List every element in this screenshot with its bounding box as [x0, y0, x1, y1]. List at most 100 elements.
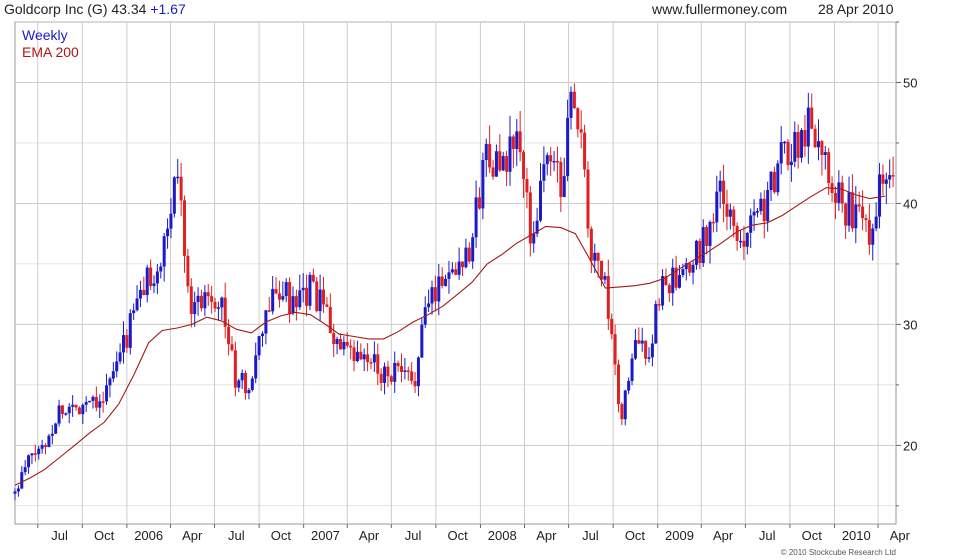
candle-body: [654, 304, 658, 344]
candle-body: [162, 236, 166, 267]
candle-body: [383, 366, 387, 383]
candle-body: [281, 296, 285, 300]
candle-body: [820, 141, 824, 156]
y-axis: 20 30 40 50: [896, 21, 917, 507]
candle-body: [586, 169, 590, 229]
candle-body: [54, 423, 58, 434]
x-tick-label: Oct: [94, 528, 115, 543]
candle-body: [878, 174, 882, 217]
candle-body: [98, 401, 102, 408]
candle-body: [332, 333, 336, 345]
candle-body: [427, 303, 431, 308]
candle-body: [311, 274, 315, 282]
candle-body: [793, 132, 797, 162]
candle-body: [379, 373, 383, 383]
candle-body: [44, 445, 48, 448]
x-tick-label: 2007: [311, 528, 340, 543]
candle-body: [172, 177, 176, 214]
x-tick-label: Jul: [51, 528, 68, 543]
candle-body: [244, 372, 248, 394]
candle-body: [345, 341, 349, 346]
candle-body: [37, 448, 41, 455]
x-tick-label: 2009: [665, 528, 694, 543]
candle-body: [115, 361, 119, 372]
candle-body: [810, 107, 814, 129]
candle-body: [762, 198, 766, 222]
candle-body: [233, 350, 237, 388]
candle-body: [420, 324, 424, 358]
y-tick-label: 40: [903, 196, 917, 211]
candle-body: [772, 171, 776, 193]
candle-body: [213, 301, 217, 309]
x-tick-label: Oct: [625, 528, 646, 543]
candle-body: [501, 156, 505, 171]
candle-body: [220, 297, 224, 308]
candle-body: [118, 352, 122, 362]
candle-body: [189, 286, 193, 315]
candle-body: [457, 261, 461, 275]
candle-body: [681, 269, 685, 275]
candle-body: [64, 413, 68, 415]
candle-body: [271, 289, 275, 312]
candle-body: [74, 404, 78, 408]
candle-body: [718, 180, 722, 192]
candle-body: [84, 402, 88, 405]
candle-body: [701, 227, 705, 264]
candle-body: [539, 180, 543, 221]
candle-body: [450, 269, 454, 273]
x-tick-label: 2006: [134, 528, 163, 543]
candle-body: [121, 335, 125, 353]
candle-body: [827, 152, 831, 184]
candle-body: [623, 390, 627, 420]
x-tick-label: Oct: [802, 528, 823, 543]
candle-body: [647, 357, 651, 359]
candle-body: [593, 252, 597, 261]
candle-body: [705, 227, 709, 246]
candle-body: [891, 175, 895, 177]
candle-body: [169, 213, 173, 229]
candle-body: [305, 287, 309, 306]
candle-body: [789, 161, 793, 166]
candle-body: [620, 404, 624, 420]
candle-body: [505, 156, 509, 172]
candle-body: [728, 209, 732, 217]
candle-body: [759, 198, 763, 212]
candle-body: [393, 362, 397, 382]
candle-body: [786, 141, 790, 166]
candle-body: [474, 197, 478, 238]
candle-body: [342, 341, 346, 350]
candle-body: [416, 357, 420, 387]
candle-body: [27, 455, 31, 468]
candle-body: [606, 276, 610, 319]
candle-body: [722, 180, 726, 204]
candle-body: [467, 247, 471, 262]
candle-body: [644, 340, 648, 359]
candle-body: [179, 176, 183, 201]
candle-body: [176, 176, 180, 179]
x-tick-label: Oct: [271, 528, 292, 543]
candle-body: [569, 91, 573, 118]
candle-body: [335, 338, 339, 345]
candle-body: [515, 131, 519, 149]
candle-body: [308, 274, 312, 306]
candle-body: [444, 278, 448, 286]
candle-body: [525, 179, 529, 193]
candle-body: [50, 433, 54, 436]
candle-body: [630, 358, 634, 381]
candle-body: [708, 221, 712, 246]
x-tick-label: Apr: [890, 528, 911, 543]
candle-body: [817, 141, 821, 148]
x-tick-label: Apr: [359, 528, 380, 543]
candle-body: [454, 269, 458, 275]
x-tick-label: Oct: [448, 528, 469, 543]
candle-body: [522, 152, 526, 180]
candle-body: [203, 292, 207, 309]
candle-body: [294, 296, 298, 308]
candle-body: [301, 287, 305, 291]
candle-body: [132, 310, 136, 314]
candle-body: [471, 237, 475, 262]
candle-body: [583, 132, 587, 170]
candle-body: [447, 272, 451, 279]
candle-body: [464, 247, 468, 268]
x-tick-label: 2010: [842, 528, 871, 543]
